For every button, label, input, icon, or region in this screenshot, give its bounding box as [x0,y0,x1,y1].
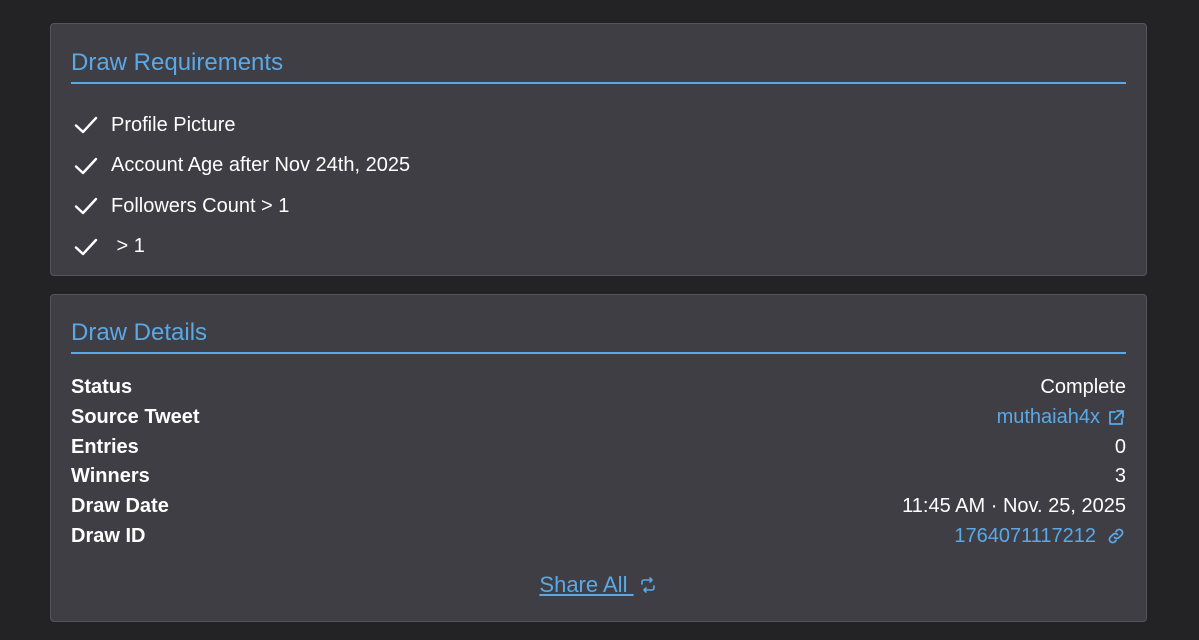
requirement-label: > 1 [111,235,145,258]
draw-id-link[interactable]: 1764071117212 [954,525,1126,548]
details-table: Status Complete Source Tweet muthaiah4x … [71,373,1126,551]
check-icon [74,117,98,134]
detail-row-winners: Winners 3 [71,462,1126,492]
requirement-label: Profile Picture [111,113,236,136]
requirement-item: Account Age after Nov 24th, 2025 [73,146,410,187]
source-tweet-link[interactable]: muthaiah4x [997,406,1126,429]
share-all-button[interactable]: Share All [539,572,657,598]
detail-label: Entries [71,435,139,458]
check-icon [74,157,98,174]
requirement-label: Followers Count > 1 [111,194,290,217]
entries-value: 0 [1114,435,1126,458]
draw-details-title: Draw Details [71,318,1126,354]
requirement-item: > 1 [73,227,410,268]
requirement-label: Account Age after Nov 24th, 2025 [111,154,411,177]
external-link-icon [1109,409,1124,425]
check-icon [74,198,98,215]
detail-row-source-tweet: Source Tweet muthaiah4x [71,403,1126,433]
detail-label: Draw Date [71,495,169,518]
link-icon [1108,528,1124,544]
draw-requirements-title: Draw Requirements [71,48,1126,84]
detail-label: Source Tweet [71,406,200,429]
detail-label: Winners [71,465,150,488]
draw-details-card: Draw Details Status Complete Source Twee… [50,294,1147,622]
detail-label: Draw ID [71,524,146,547]
requirement-item: Profile Picture [73,105,410,146]
detail-row-draw-date: Draw Date 11:45 AM · Nov. 25, 2025 [71,492,1126,522]
share-all-label: Share All [539,572,634,597]
status-value: Complete [1040,376,1126,399]
source-tweet-text: muthaiah4x [996,406,1100,429]
draw-id-text: 1764071117212 [954,524,1096,547]
share-icon [640,577,655,593]
detail-row-entries: Entries 0 [71,432,1126,462]
check-icon [74,238,98,255]
share-section: Share All [51,572,1146,598]
detail-row-status: Status Complete [71,373,1126,403]
draw-date-value: 11:45 AM · Nov. 25, 2025 [902,495,1126,518]
detail-row-draw-id: Draw ID 1764071117212 [71,521,1126,551]
requirements-list: Profile Picture Account Age after Nov 24… [73,105,410,267]
winners-value: 3 [1114,465,1126,488]
draw-requirements-card: Draw Requirements Profile Picture Accoun… [50,23,1147,276]
detail-label: Status [71,376,133,399]
requirement-item: Followers Count > 1 [73,186,410,227]
